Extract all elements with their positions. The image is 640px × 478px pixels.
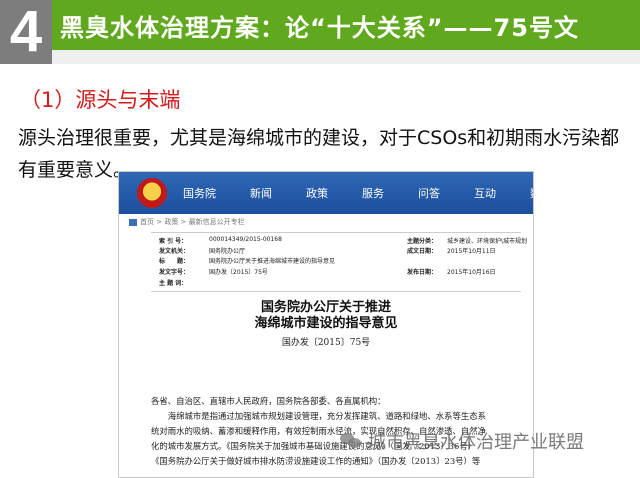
meta-value: 国务院办公厅: [209, 248, 246, 255]
document-title-line-2: 海绵城市建设的指导意见: [254, 316, 398, 331]
nav-item: 国务院: [183, 187, 216, 200]
title-bar: 黑臭水体治理方案：论“十大关系”——75号文: [52, 0, 640, 50]
site-nav-bar: 国务院 新闻 政策 服务 问答 互动 数据 国情: [119, 172, 533, 214]
document-metadata-table: 索 引 号： 000014349/2015-00168 主题分类： 城乡建设、环…: [151, 232, 527, 292]
meta-row: 发文字号： 国办发〔2015〕75号 发布日期： 2015年10月16日: [151, 267, 521, 277]
meta-value: 城乡建设、环境保护\城市规划: [447, 238, 528, 245]
meta-value: 2015年10月16日: [447, 269, 496, 276]
meta-row: 索 引 号： 000014349/2015-00168 主题分类： 城乡建设、环…: [151, 236, 527, 246]
meta-label: 成文日期：: [407, 248, 438, 255]
header-divider: [52, 50, 640, 64]
nav-item: 新闻: [250, 187, 272, 200]
meta-label: 主 题 词：: [159, 280, 188, 287]
nav-item: 数据: [530, 185, 533, 201]
body-line: 海绵城市是指通过加强城市规划建设管理，充分发挥建筑、道路和绿地、水系等生态系: [151, 411, 486, 421]
meta-value: 国务院办公厅关于推进海绵城市建设的指导意见: [209, 258, 336, 265]
meta-value: 国办发〔2015〕75号: [209, 269, 268, 276]
meta-value: 000014349/2015-00168: [209, 236, 282, 243]
body-line: 各省、自治区、直辖市人民政府，国务院各部委、各直属机构：: [151, 396, 386, 406]
nav-item: 互动: [474, 187, 496, 200]
nav-item: 政策: [306, 187, 328, 200]
meta-label: 标 题：: [159, 258, 190, 265]
breadcrumb-text: 首页 > 政策 > 最新信息公开专栏: [140, 218, 245, 226]
body-line: 《国务院办公厅关于做好城市排水防涝设施建设工作的通知》（国办发〔2013〕23号…: [151, 456, 481, 466]
meta-row: 发文机关： 国务院办公厅 成文日期： 2015年10月11日: [151, 246, 521, 256]
meta-value: 2015年10月11日: [447, 248, 496, 255]
meta-row: 主 题 词：: [151, 278, 521, 288]
section-subtitle: （1）源头与末端: [20, 88, 181, 112]
watermark: 城市黑臭水体治理产业联盟: [340, 428, 584, 454]
meta-label: 发文字号：: [159, 269, 190, 276]
home-icon: [129, 218, 137, 226]
slide-title: 黑臭水体治理方案：论“十大关系”——75号文: [60, 13, 579, 42]
document-number: 国办发〔2015〕75号: [281, 338, 371, 348]
site-nav: 国务院 新闻 政策 服务 问答 互动 数据 国情: [183, 172, 533, 214]
document-heading: 国务院办公厅关于推进 海绵城市建设的指导意见 国办发〔2015〕75号: [119, 300, 533, 348]
meta-label: 发文机关：: [159, 248, 190, 255]
meta-label: 主题分类：: [407, 238, 438, 245]
nav-item: 服务: [362, 187, 384, 200]
meta-label: 索 引 号：: [159, 238, 188, 245]
meta-label: 发布日期：: [407, 269, 438, 276]
document-title-line-1: 国务院办公厅关于推进: [260, 300, 391, 315]
watermark-text: 城市黑臭水体治理产业联盟: [368, 432, 584, 453]
nav-item: 问答: [418, 187, 440, 200]
section-number: 4: [0, 0, 52, 64]
meta-row: 标 题： 国务院办公厅关于推进海绵城市建设的指导意见: [151, 256, 521, 266]
national-emblem-icon: [137, 178, 167, 208]
wechat-icon: [340, 433, 362, 449]
breadcrumb: 首页 > 政策 > 最新信息公开专栏: [129, 217, 245, 227]
